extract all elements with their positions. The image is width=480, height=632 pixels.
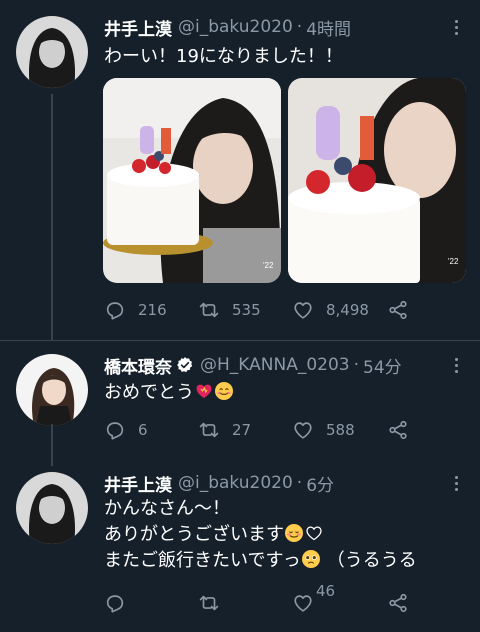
timestamp[interactable]: 4時間 bbox=[306, 15, 351, 40]
smiling-face-emoji-icon bbox=[215, 382, 233, 400]
like-button[interactable]: 8,498 bbox=[292, 297, 369, 323]
display-name[interactable]: 橋本環奈 bbox=[104, 353, 172, 378]
tweet-photo-1[interactable]: '22 bbox=[103, 78, 281, 283]
reply-count: 6 bbox=[138, 421, 148, 439]
handle[interactable]: @H_KANNA_0203 bbox=[200, 355, 350, 375]
share-icon bbox=[389, 593, 407, 613]
share-button[interactable] bbox=[387, 297, 409, 323]
display-name[interactable]: 井手上漠 bbox=[104, 471, 172, 496]
sparkling-heart-emoji-icon bbox=[196, 384, 212, 398]
tweet-2[interactable]: 橋本環奈 @H_KANNA_0203 · 54分 おめでとう 6 27 588 bbox=[0, 340, 480, 460]
photo-watermark: '22 bbox=[448, 257, 459, 266]
action-bar: 216 535 8,498 bbox=[104, 297, 424, 323]
more-icon[interactable] bbox=[446, 16, 466, 38]
share-icon bbox=[389, 420, 407, 440]
tweet-3[interactable]: 井手上漠 @i_baku2020 · 6分 かんなさん〜！ ありがとうございます… bbox=[0, 460, 480, 632]
handle[interactable]: @i_baku2020 bbox=[178, 17, 293, 37]
like-icon bbox=[294, 595, 312, 612]
avatar[interactable] bbox=[16, 16, 88, 88]
reply-button[interactable]: 6 bbox=[104, 417, 148, 443]
like-button[interactable]: 46 bbox=[292, 582, 335, 616]
more-icon[interactable] bbox=[446, 472, 466, 494]
tweet-text: わーい！19になりました！！ bbox=[104, 46, 343, 67]
avatar[interactable] bbox=[16, 472, 88, 544]
like-icon bbox=[294, 302, 312, 319]
thread-line bbox=[51, 94, 53, 340]
handle[interactable]: @i_baku2020 bbox=[178, 473, 293, 493]
tweet-text: かんなさん〜！ ありがとうございます またご飯行きたいですっ （うるうる bbox=[104, 498, 417, 571]
like-count: 8,498 bbox=[326, 301, 369, 319]
photo-watermark: '22 bbox=[263, 261, 274, 270]
reply-icon bbox=[106, 595, 124, 613]
verified-icon bbox=[177, 357, 193, 373]
timestamp[interactable]: 54分 bbox=[363, 353, 402, 378]
retweet-count: 535 bbox=[232, 301, 261, 319]
retweet-button[interactable]: 27 bbox=[198, 417, 251, 443]
reply-icon bbox=[106, 302, 124, 320]
like-count: 46 bbox=[316, 582, 336, 600]
relieved-face-emoji-icon bbox=[285, 524, 303, 542]
action-bar: 6 27 588 bbox=[104, 417, 424, 443]
retweet-icon bbox=[199, 422, 219, 438]
reply-count: 216 bbox=[138, 301, 167, 319]
tweet-text: おめでとう bbox=[104, 380, 464, 406]
tweet-1[interactable]: 井手上漠 @i_baku2020 · 4時間 わーい！19になりました！！ '2… bbox=[0, 0, 480, 340]
display-name[interactable]: 井手上漠 bbox=[104, 15, 172, 40]
like-icon bbox=[294, 422, 312, 439]
retweet-button[interactable]: 535 bbox=[198, 297, 261, 323]
retweet-button[interactable] bbox=[198, 590, 232, 616]
tweet-photo-2[interactable]: '22 bbox=[288, 78, 466, 283]
more-icon[interactable] bbox=[446, 354, 466, 376]
reply-button[interactable] bbox=[104, 590, 138, 616]
reply-button[interactable]: 216 bbox=[104, 297, 167, 323]
like-count: 588 bbox=[326, 421, 355, 439]
share-icon bbox=[389, 300, 407, 320]
white-heart-icon bbox=[306, 526, 322, 541]
retweet-icon bbox=[199, 595, 219, 611]
like-button[interactable]: 588 bbox=[292, 417, 355, 443]
pleading-face-emoji-icon bbox=[301, 550, 320, 568]
retweet-count: 27 bbox=[232, 421, 252, 439]
timestamp[interactable]: 6分 bbox=[306, 471, 334, 496]
share-button[interactable] bbox=[387, 590, 409, 616]
action-bar: 46 bbox=[104, 582, 424, 616]
share-button[interactable] bbox=[387, 417, 409, 443]
reply-icon bbox=[106, 422, 124, 440]
retweet-icon bbox=[199, 302, 219, 318]
avatar[interactable] bbox=[16, 354, 88, 426]
